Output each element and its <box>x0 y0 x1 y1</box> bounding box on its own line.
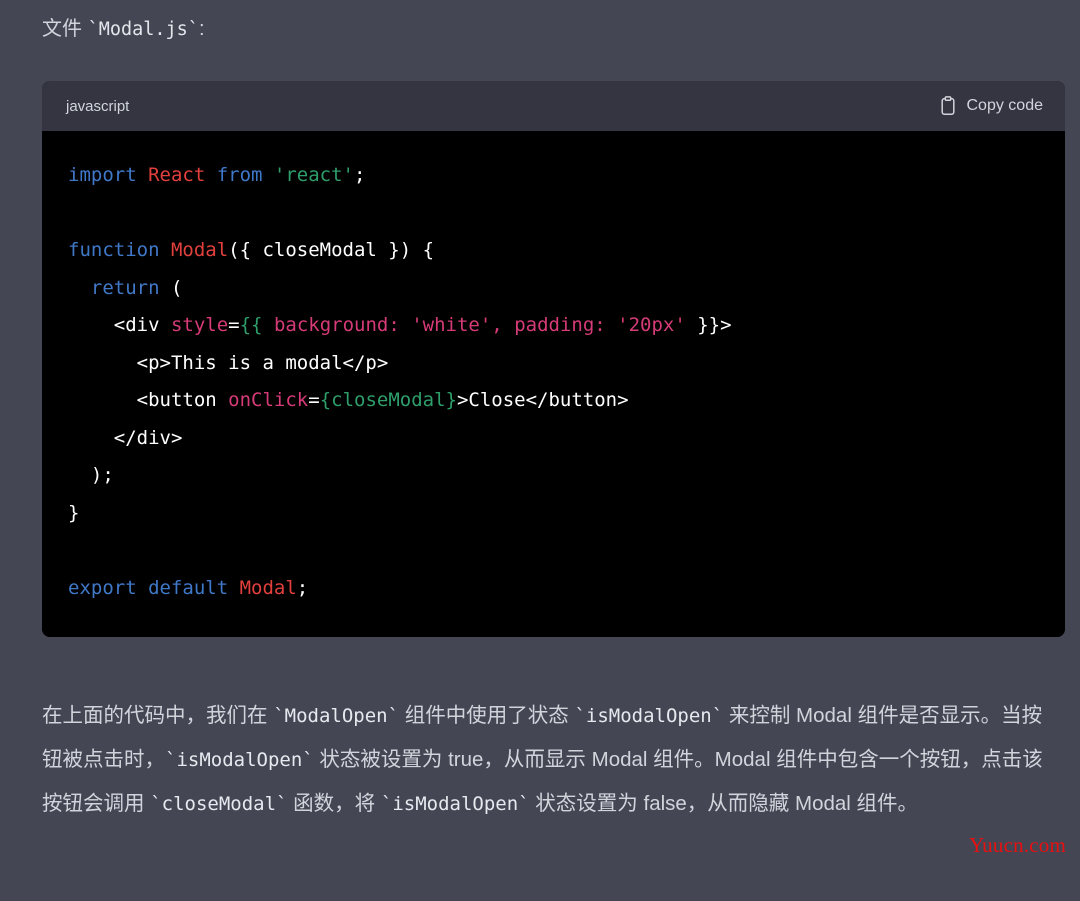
code-token: Modal <box>239 576 297 599</box>
inline-code: `closeModal` <box>150 793 288 815</box>
code-token: background: <box>262 314 412 336</box>
code-token: import <box>68 164 149 186</box>
code-token: function <box>68 239 171 261</box>
inline-code: `isModalOpen` <box>165 749 314 771</box>
code-language-label: javascript <box>66 97 130 115</box>
code-token: from <box>216 164 274 186</box>
inline-code: `isModalOpen` <box>574 705 724 727</box>
file-intro-line: 文件 `Modal.js`: <box>42 13 205 46</box>
code-token: padding: <box>514 314 618 336</box>
code-token: React <box>148 164 217 186</box>
paragraph-text: 状态设置为 false，从而隐藏 Modal 组件。 <box>529 792 919 815</box>
code-token: export <box>68 576 149 599</box>
paragraph-text: 在上面的代码中，我们在 <box>42 704 274 727</box>
code-token: 'white' <box>411 314 492 336</box>
inline-code: `isModalOpen` <box>380 793 530 815</box>
code-line: } <box>42 495 1065 533</box>
code-token: = <box>308 389 320 411</box>
inline-code: `ModalOpen` <box>273 705 400 727</box>
paragraph-text: 函数，将 <box>287 792 381 815</box>
code-token: ); <box>68 464 114 486</box>
code-token: ; <box>354 164 366 186</box>
code-token: {{ <box>239 314 263 336</box>
site-watermark: Yuucn.com <box>969 833 1066 857</box>
code-token: = <box>228 314 240 336</box>
code-token: default <box>148 576 240 599</box>
code-content[interactable]: import React from 'react'; function Moda… <box>42 131 1065 637</box>
intro-prefix: 文件 <box>42 18 88 40</box>
code-line: <button onClick={closeModal}>Close</butt… <box>42 382 1065 420</box>
code-token: onClick <box>228 389 309 411</box>
code-token: <p>This is a modal</p> <box>68 351 389 374</box>
code-token: return <box>90 276 160 299</box>
paragraph-text: 组件中使用了状态 <box>399 704 575 727</box>
code-token: , <box>491 314 515 336</box>
code-token: Modal <box>170 239 229 261</box>
code-line: export default Modal; <box>42 570 1065 608</box>
code-token: </div> <box>68 426 183 449</box>
intro-suffix: : <box>198 18 205 40</box>
code-token: } <box>68 501 80 524</box>
code-token: <div <box>68 314 171 336</box>
code-line: <p>This is a modal</p> <box>42 345 1065 383</box>
code-token: {closeModal} <box>319 389 457 411</box>
explanation-paragraph: 在上面的代码中，我们在 `ModalOpen` 组件中使用了状态 `isModa… <box>42 694 1052 826</box>
copy-code-button[interactable]: Copy code <box>939 96 1044 116</box>
code-token: ({ closeModal }) { <box>228 239 435 261</box>
code-block: javascript Copy code import React from '… <box>42 81 1065 637</box>
code-token: <button <box>68 389 229 411</box>
clipboard-icon <box>939 96 957 116</box>
code-block-header: javascript Copy code <box>42 81 1065 131</box>
code-token: ( <box>159 276 183 299</box>
code-token: }}> <box>685 314 732 336</box>
copy-code-label: Copy code <box>966 97 1044 114</box>
code-line: import React from 'react'; <box>42 157 1065 195</box>
code-token: style <box>170 314 229 336</box>
code-line: function Modal({ closeModal }) { <box>42 232 1065 270</box>
code-token: ; <box>296 576 309 599</box>
code-line: ); <box>42 457 1065 495</box>
code-line: <div style={{ background: 'white', paddi… <box>42 307 1065 345</box>
intro-filename-code: `Modal.js` <box>87 19 199 40</box>
chat-response-panel: 文件 `Modal.js`: javascript Copy code impo… <box>0 0 1080 901</box>
code-line: return ( <box>42 270 1065 308</box>
code-line: </div> <box>42 420 1065 458</box>
code-token: 'react' <box>273 164 354 186</box>
code-token: >Close</button> <box>456 389 629 411</box>
code-token: '20px' <box>617 314 686 336</box>
